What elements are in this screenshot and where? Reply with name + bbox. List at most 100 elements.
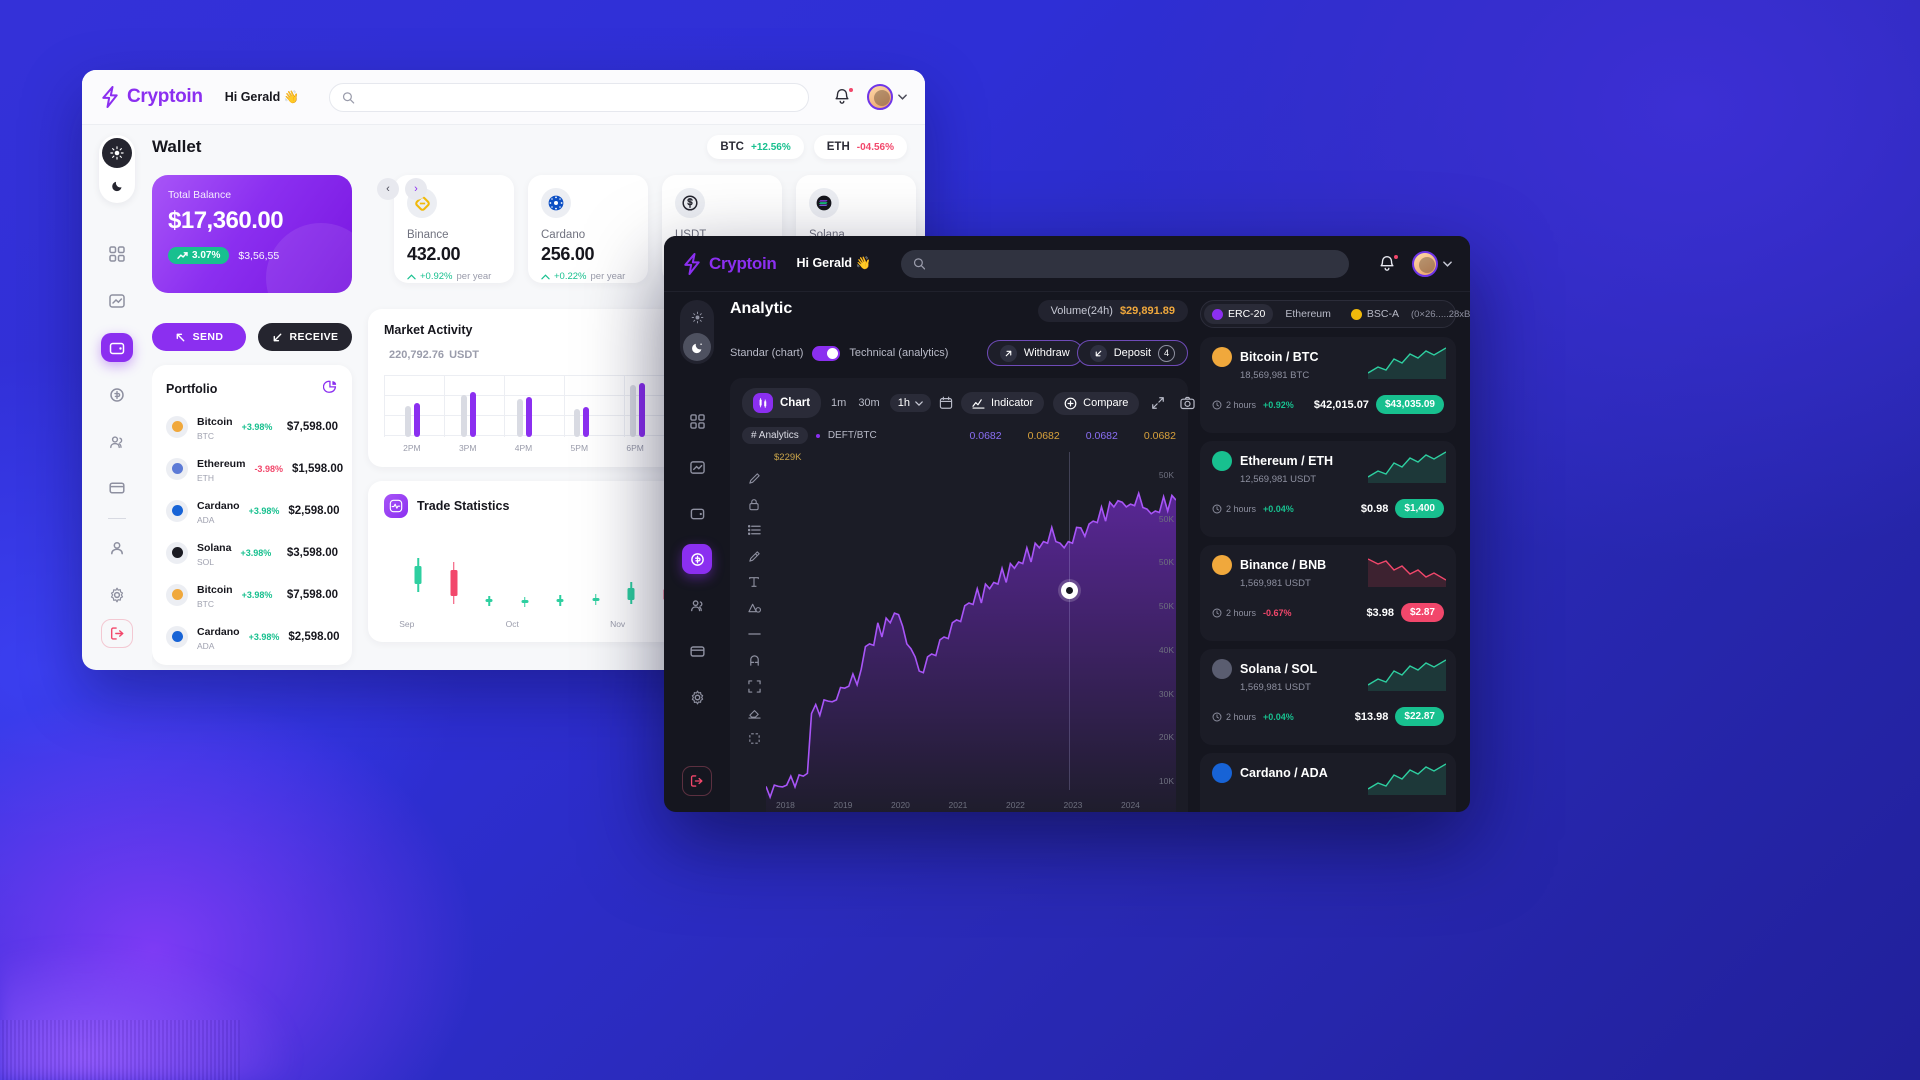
dark-notifications-button[interactable] xyxy=(1378,253,1399,274)
chain-tab-bsca[interactable]: BSC-A xyxy=(1343,304,1407,324)
sidebar-item-community[interactable] xyxy=(101,427,133,456)
chain-tab-erc20[interactable]: ERC-20 xyxy=(1204,304,1274,324)
camera-icon[interactable] xyxy=(1177,393,1197,413)
coin-icon xyxy=(1212,555,1232,575)
shapes-icon[interactable] xyxy=(746,600,762,616)
coin-icon xyxy=(166,541,188,564)
list-icon[interactable] xyxy=(746,522,762,538)
dark-sidebar-item-wallet[interactable] xyxy=(682,498,712,528)
text-tool-icon[interactable] xyxy=(746,574,762,590)
coin-list-item[interactable]: Ethereum / ETH 12,569,981 USDT 2 hours +0.0… xyxy=(1200,441,1456,537)
magnet-icon[interactable] xyxy=(746,652,762,668)
mode-toggle[interactable] xyxy=(812,345,841,361)
dark-search-box[interactable] xyxy=(901,249,1350,278)
sidebar-item-trade[interactable] xyxy=(101,380,133,409)
coin-list-item[interactable]: Cardano / ADA xyxy=(1200,753,1456,812)
coin-time: 2 hours xyxy=(1212,400,1256,410)
deposit-label: Deposit xyxy=(1113,347,1151,359)
sidebar-item-wallet[interactable] xyxy=(101,333,133,363)
coin-change: +3.98% xyxy=(241,421,273,432)
portfolio-row[interactable]: Bitcoin BTC +3.98% $7,598.00 xyxy=(166,580,338,609)
indicator-button[interactable]: Indicator xyxy=(960,392,1045,414)
theme-dark-button[interactable] xyxy=(683,333,711,361)
dark-brand-logo[interactable]: Cryptoin xyxy=(682,252,777,275)
search-input[interactable] xyxy=(362,91,797,103)
y-tick: 50K xyxy=(1158,557,1174,568)
plot-area[interactable]: $229K 50K 50K 50K 50K 40K 30K 20K 10K 2018 2019 2… xyxy=(766,452,1176,812)
coin-name: Cardano xyxy=(197,626,240,638)
dark-search-input[interactable] xyxy=(933,257,1338,270)
ruler-icon[interactable] xyxy=(746,548,762,564)
portfolio-row[interactable]: Solana SOL +3.98% $3,598.00 xyxy=(166,538,338,567)
receive-button[interactable]: RECEIVE xyxy=(258,323,352,351)
dark-sidebar-item-cards[interactable] xyxy=(682,636,712,666)
sidebar-item-settings[interactable] xyxy=(101,581,133,610)
withdraw-button[interactable]: Withdraw xyxy=(986,340,1083,366)
dark-sidebar-item-settings[interactable] xyxy=(682,682,712,712)
coin-list-item[interactable]: Solana / SOL 1,569,981 USDT 2 hours +0.04% $… xyxy=(1200,649,1456,745)
chart-type-button[interactable]: Chart xyxy=(742,388,822,418)
profile-menu[interactable] xyxy=(867,84,907,110)
ticker-btc[interactable]: BTC +12.56% xyxy=(707,135,804,159)
dark-sidebar-item-analytics[interactable] xyxy=(682,452,712,482)
portfolio-row[interactable]: Cardano ADA +3.98% $2,598.00 xyxy=(166,622,340,651)
send-button[interactable]: SEND xyxy=(152,323,246,351)
search-box[interactable] xyxy=(329,82,810,112)
expand-icon[interactable] xyxy=(1148,393,1168,413)
timeframe-30m[interactable]: 30m xyxy=(856,397,881,409)
notifications-button[interactable] xyxy=(833,87,854,107)
pie-chart-icon[interactable] xyxy=(322,379,338,399)
brand-logo[interactable]: Cryptoin xyxy=(100,86,203,108)
pen-tool-icon[interactable] xyxy=(746,470,762,486)
balance-sub: $3,56,55 xyxy=(238,249,280,262)
portfolio-row[interactable]: Cardano ADA +3.98% $2,598.00 xyxy=(166,496,340,525)
eraser-icon[interactable] xyxy=(746,704,762,720)
timeframe-1m[interactable]: 1m xyxy=(829,397,848,409)
zoom-tool-icon[interactable] xyxy=(746,678,762,694)
portfolio-row[interactable]: Bitcoin BTC +3.98% $7,598.00 xyxy=(166,412,338,441)
withdraw-arrow-icon xyxy=(999,344,1017,362)
sidebar-item-cards[interactable] xyxy=(101,474,133,503)
dark-sidebar-item-dashboard[interactable] xyxy=(682,406,712,436)
coin-change-pct: +0.04% xyxy=(1263,503,1294,514)
portfolio-row-names: Ethereum ETH xyxy=(197,454,245,483)
dark-logout-button[interactable] xyxy=(682,766,712,796)
toggle-right-label: Technical (analytics) xyxy=(849,347,949,359)
theme-light-button[interactable] xyxy=(102,138,132,168)
dark-profile-menu[interactable] xyxy=(1412,250,1452,277)
dark-sidebar-item-community[interactable] xyxy=(682,590,712,620)
theme-light-button[interactable] xyxy=(683,303,711,331)
carousel-prev-button[interactable]: ‹ xyxy=(377,178,399,200)
calendar-icon[interactable] xyxy=(939,393,953,413)
sidebar-item-profile[interactable] xyxy=(101,534,133,563)
logout-button[interactable] xyxy=(101,618,133,648)
coin-card-name: Cardano xyxy=(541,229,586,241)
chart-crosshair xyxy=(1069,452,1071,790)
dark-theme-switcher[interactable] xyxy=(680,300,714,364)
compare-button[interactable]: Compare xyxy=(1053,391,1140,415)
portfolio-row[interactable]: Ethereum ETH -3.98% $1,598.00 xyxy=(166,454,343,483)
dark-sidebar-item-trade[interactable] xyxy=(682,544,712,574)
theme-switcher[interactable] xyxy=(99,135,135,203)
chain-tab-ethereum[interactable]: Ethereum xyxy=(1277,304,1339,324)
chart-point-marker[interactable] xyxy=(1061,581,1079,599)
sidebar-item-dashboard[interactable] xyxy=(101,239,133,268)
ticker-eth[interactable]: ETH -04.56% xyxy=(813,135,907,159)
coin-card-cardano[interactable]: Cardano 256.00 +0.22% per year xyxy=(528,175,648,283)
timeframe-selected[interactable]: 1h xyxy=(889,394,931,412)
coin-card-period: per year xyxy=(456,271,492,282)
select-frame-icon[interactable] xyxy=(746,730,762,746)
coin-list-item[interactable]: Bitcoin / BTC 18,569,981 BTC 2 hours +0.92%… xyxy=(1200,337,1456,433)
caret-up-icon xyxy=(407,273,416,279)
deposit-button[interactable]: Deposit 4 xyxy=(1076,340,1188,366)
sidebar-item-analytics[interactable] xyxy=(101,286,133,315)
minus-icon[interactable] xyxy=(746,626,762,642)
pulse-icon xyxy=(384,494,408,518)
coin-list-item[interactable]: Binance / BNB 1,569,981 USDT 2 hours -0.67%… xyxy=(1200,545,1456,641)
chart-toolbar: Chart 1m 30m 1h Indicator Compare xyxy=(742,388,1223,418)
lock-icon[interactable] xyxy=(746,496,762,512)
theme-dark-button[interactable] xyxy=(102,170,132,200)
bolt-icon xyxy=(102,86,118,108)
coin-name: Ethereum xyxy=(197,458,246,470)
carousel-next-button[interactable]: › xyxy=(405,178,427,200)
